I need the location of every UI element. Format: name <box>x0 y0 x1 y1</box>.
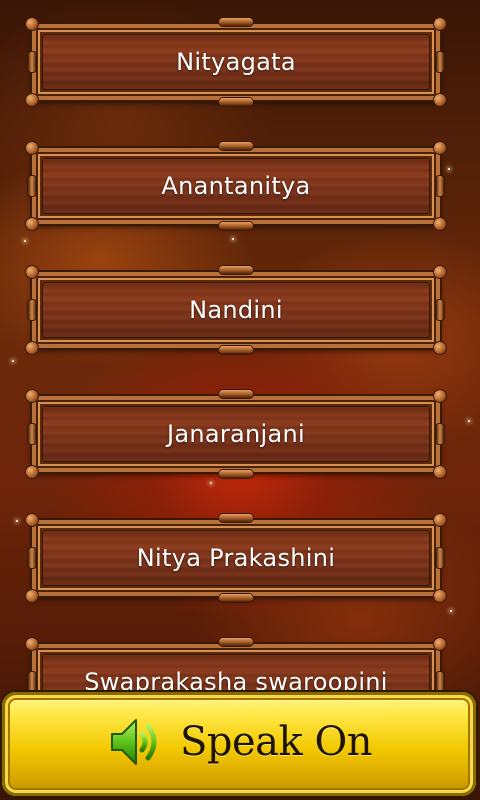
list-item[interactable]: Janaranjani <box>26 386 446 482</box>
list-item-label: Janaranjani <box>166 420 306 448</box>
list-item[interactable]: Nandini <box>26 262 446 358</box>
speak-on-label: Speak On <box>180 719 373 765</box>
list-item-label: Nityagata <box>176 48 296 76</box>
list-item-label: Nitya Prakashini <box>136 544 336 572</box>
list-item-label: Nandini <box>189 296 283 324</box>
speaker-volume-icon <box>111 719 157 765</box>
list-item[interactable]: Nitya Prakashini <box>26 510 446 606</box>
list-item-label: Anantanitya <box>161 172 311 200</box>
speak-on-button[interactable]: Speak On <box>2 692 476 796</box>
list-item[interactable]: Nityagata <box>26 14 446 110</box>
list-item[interactable]: Anantanitya <box>26 138 446 234</box>
